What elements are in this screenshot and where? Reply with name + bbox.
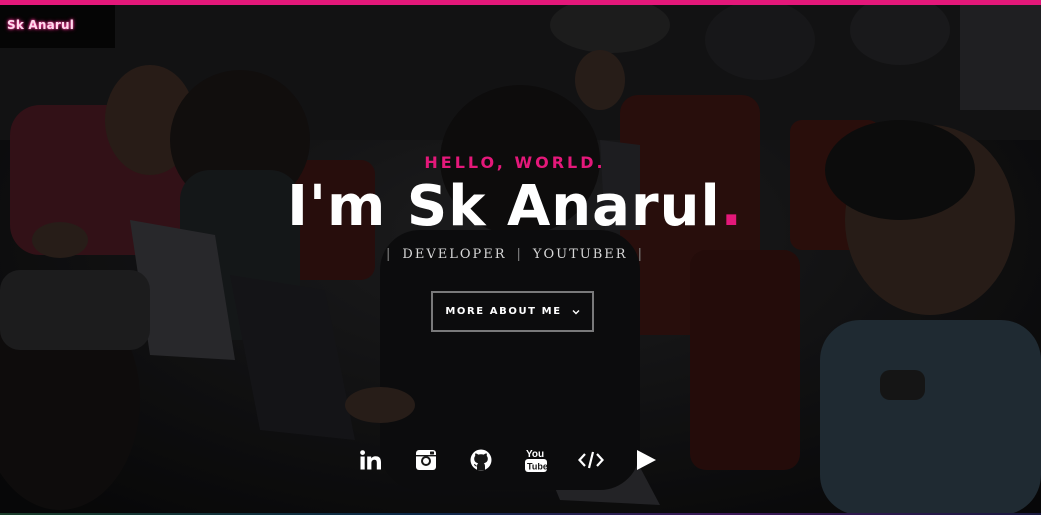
hero-roles: | DEVELOPER | YOUTUBER | — [0, 247, 1030, 262]
instagram-icon[interactable] — [410, 444, 442, 476]
role-separator: | — [386, 247, 393, 262]
linkedin-icon[interactable] — [355, 444, 387, 476]
site-logo[interactable]: Sk Anarul — [0, 5, 115, 48]
svg-text:You: You — [526, 449, 544, 460]
hero-headline: I'm Sk Anarul. — [0, 170, 1030, 244]
role-youtuber: YOUTUBER — [532, 247, 628, 262]
code-icon[interactable] — [575, 444, 607, 476]
play-icon[interactable] — [630, 444, 662, 476]
hero-content: HELLO, WORLD. I'm Sk Anarul. | DEVELOPER |… — [0, 0, 1041, 515]
chevron-down-icon — [572, 308, 580, 316]
svg-text:Tube: Tube — [527, 462, 547, 472]
hero-headline-dot: . — [720, 174, 743, 239]
top-accent-bar — [0, 0, 1041, 5]
site-logo-text[interactable]: Sk Anarul — [7, 18, 74, 32]
role-developer: DEVELOPER — [402, 247, 507, 262]
more-about-me-label: MORE ABOUT ME — [445, 306, 562, 317]
social-links: You Tube — [355, 444, 685, 476]
role-separator: | — [516, 247, 523, 262]
more-about-me-button[interactable]: MORE ABOUT ME — [431, 291, 594, 332]
hero-section: Sk Anarul HELLO, WORLD. I'm Sk Anarul. |… — [0, 0, 1041, 515]
role-separator: | — [637, 247, 644, 262]
youtube-icon[interactable]: You Tube — [520, 444, 552, 476]
hero-headline-name: I'm Sk Anarul — [287, 174, 721, 239]
github-icon[interactable] — [465, 444, 497, 476]
